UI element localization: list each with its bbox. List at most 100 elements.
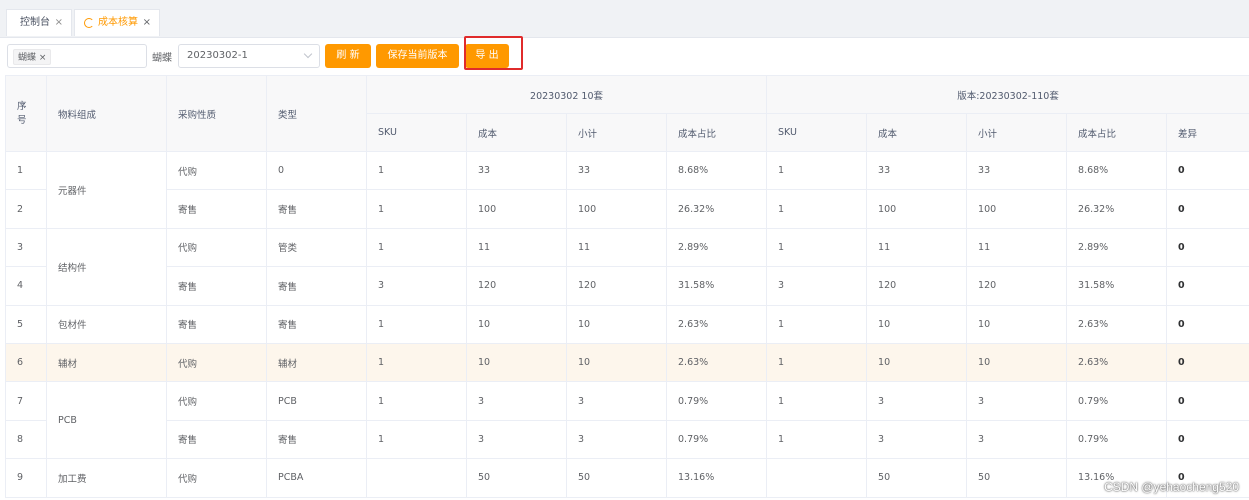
cell-sub: 3 <box>566 419 667 460</box>
cell-sub: 10 <box>566 304 667 344</box>
cell-material: PCB <box>46 381 167 460</box>
cell-seq: 2 <box>5 189 47 229</box>
cell-sku: 1 <box>366 304 467 344</box>
cell-seq: 6 <box>5 342 47 383</box>
chevron-down-icon <box>303 49 313 59</box>
cell-sub2: 10 <box>966 342 1068 383</box>
tab-cost-accounting[interactable]: 成本核算 × <box>74 9 160 36</box>
cell-sub2: 3 <box>966 381 1068 421</box>
cell-seq: 5 <box>5 304 47 344</box>
cell-diff: 0 <box>1166 227 1249 268</box>
cell-ratio: 13.16% <box>665 458 768 498</box>
header-group-version: 版本:20230302-110套 <box>766 75 1249 114</box>
cell-sku2: 1 <box>766 419 868 460</box>
cell-cost2: 3 <box>866 381 968 421</box>
cell-sub: 11 <box>566 227 667 268</box>
cell-material: 结构件 <box>46 227 167 306</box>
cell-sku2: 1 <box>766 189 868 229</box>
cell-purchase: 代购 <box>166 458 267 498</box>
cell-sku <box>366 458 467 498</box>
cell-diff: 0 <box>1166 342 1249 383</box>
cell-sub2: 50 <box>966 458 1068 498</box>
cell-sub: 120 <box>566 266 667 306</box>
cell-purchase: 代购 <box>166 150 267 191</box>
header-material: 物料组成 <box>46 75 167 152</box>
toolbar: 蝴蝶 × 蝴蝶 20230302-1 刷 新 保存当前版本 导 出 <box>0 44 1249 70</box>
cell-sub: 33 <box>566 150 667 191</box>
cell-type: PCBA <box>266 458 367 498</box>
cell-cost2: 10 <box>866 304 968 344</box>
cell-cost2: 10 <box>866 342 968 383</box>
cell-cost: 3 <box>466 381 567 421</box>
header-sub: SKU <box>366 113 467 152</box>
version-label: 蝴蝶 <box>152 53 172 64</box>
product-tag-select[interactable]: 蝴蝶 × <box>7 44 147 68</box>
cell-sub2: 11 <box>966 227 1068 268</box>
tab-dashboard-label: 控制台 <box>20 17 50 28</box>
tab-dashboard[interactable]: 控制台 × <box>6 9 72 36</box>
cell-sub: 50 <box>566 458 667 498</box>
header-seq: 序号 <box>5 75 47 152</box>
cell-sku: 1 <box>366 342 467 383</box>
cell-ratio: 31.58% <box>665 266 768 306</box>
product-tag: 蝴蝶 × <box>13 49 52 65</box>
table-row[interactable]: 3 结构件 代购 管类 1 11 11 2.89% 1 11 11 2.89% 0 <box>5 227 1249 306</box>
table-row[interactable]: 4 寄售 寄售 3 120 120 31.58% 3 120 120 31.58% 0 <box>5 266 1249 306</box>
table-row[interactable]: 2 寄售 寄售 1 100 100 26.32% 1 100 100 26.32% 0 <box>5 189 1249 229</box>
cell-diff: 0 <box>1166 304 1249 344</box>
save-version-button[interactable]: 保存当前版本 <box>376 44 459 68</box>
cell-diff: 0 <box>1166 150 1249 191</box>
watermark: CSDN @yehaocheng520 <box>1104 480 1239 494</box>
refresh-button[interactable]: 刷 新 <box>325 44 371 68</box>
cell-sub2: 33 <box>966 150 1068 191</box>
table-row[interactable]: 8 寄售 寄售 1 3 3 0.79% 1 3 3 0.79% 0 <box>5 419 1249 460</box>
cell-cost2: 3 <box>866 419 968 460</box>
close-icon[interactable]: × <box>55 10 63 36</box>
cell-sub: 100 <box>566 189 667 229</box>
table-row[interactable]: 5 包材件 寄售 寄售 1 10 10 2.63% 1 10 10 2.63% 0 <box>5 304 1249 344</box>
loading-spinner-icon <box>84 18 94 28</box>
cell-sku2: 1 <box>766 381 868 421</box>
cell-diff: 0 <box>1166 419 1249 460</box>
cell-sku2: 1 <box>766 150 868 191</box>
cell-cost: 11 <box>466 227 567 268</box>
table-row[interactable]: 1 元器件 代购 0 1 33 33 8.68% 1 33 33 8.68% 0 <box>5 150 1249 229</box>
cell-ratio2: 0.79% <box>1066 419 1168 460</box>
cell-diff: 0 <box>1166 266 1249 306</box>
cell-purchase: 寄售 <box>166 189 267 229</box>
cell-material: 包材件 <box>46 304 167 344</box>
cell-sku: 3 <box>366 266 467 306</box>
cell-sku: 1 <box>366 189 467 229</box>
cell-type: 寄售 <box>266 304 367 344</box>
cell-ratio2: 31.58% <box>1066 266 1168 306</box>
cell-ratio2: 2.89% <box>1066 227 1168 268</box>
header-sub: 成本 <box>866 113 968 152</box>
cell-type: 0 <box>266 150 367 191</box>
cell-ratio: 2.63% <box>665 342 768 383</box>
cell-purchase: 代购 <box>166 381 267 421</box>
cell-sub: 3 <box>566 381 667 421</box>
table-row[interactable]: 9 加工费 代购 PCBA 50 50 13.16% 50 50 13.16% 0 <box>5 458 1249 498</box>
cell-ratio: 0.79% <box>665 419 768 460</box>
cell-sub2: 120 <box>966 266 1068 306</box>
cell-seq: 4 <box>5 266 47 306</box>
cell-cost2: 11 <box>866 227 968 268</box>
cell-sku2: 1 <box>766 342 868 383</box>
cell-seq: 3 <box>5 227 47 268</box>
product-tag-label: 蝴蝶 <box>18 53 37 63</box>
header-sub: 小计 <box>566 113 667 152</box>
cell-diff: 0 <box>1166 381 1249 421</box>
table-row[interactable]: 6 辅材 代购 辅材 1 10 10 2.63% 1 10 10 2.63% 0 <box>5 342 1249 383</box>
cell-sku2: 1 <box>766 227 868 268</box>
table-row[interactable]: 7 PCB 代购 PCB 1 3 3 0.79% 1 3 3 0.79% 0 <box>5 381 1249 460</box>
cell-cost: 33 <box>466 150 567 191</box>
cell-purchase: 代购 <box>166 342 267 383</box>
close-icon[interactable]: × <box>143 10 151 36</box>
cell-purchase: 寄售 <box>166 304 267 344</box>
cell-sku2: 1 <box>766 304 868 344</box>
version-select[interactable]: 20230302-1 <box>178 44 320 68</box>
cell-seq: 8 <box>5 419 47 460</box>
cell-ratio2: 26.32% <box>1066 189 1168 229</box>
cell-seq: 9 <box>5 458 47 498</box>
tag-close-icon[interactable]: × <box>39 53 47 63</box>
